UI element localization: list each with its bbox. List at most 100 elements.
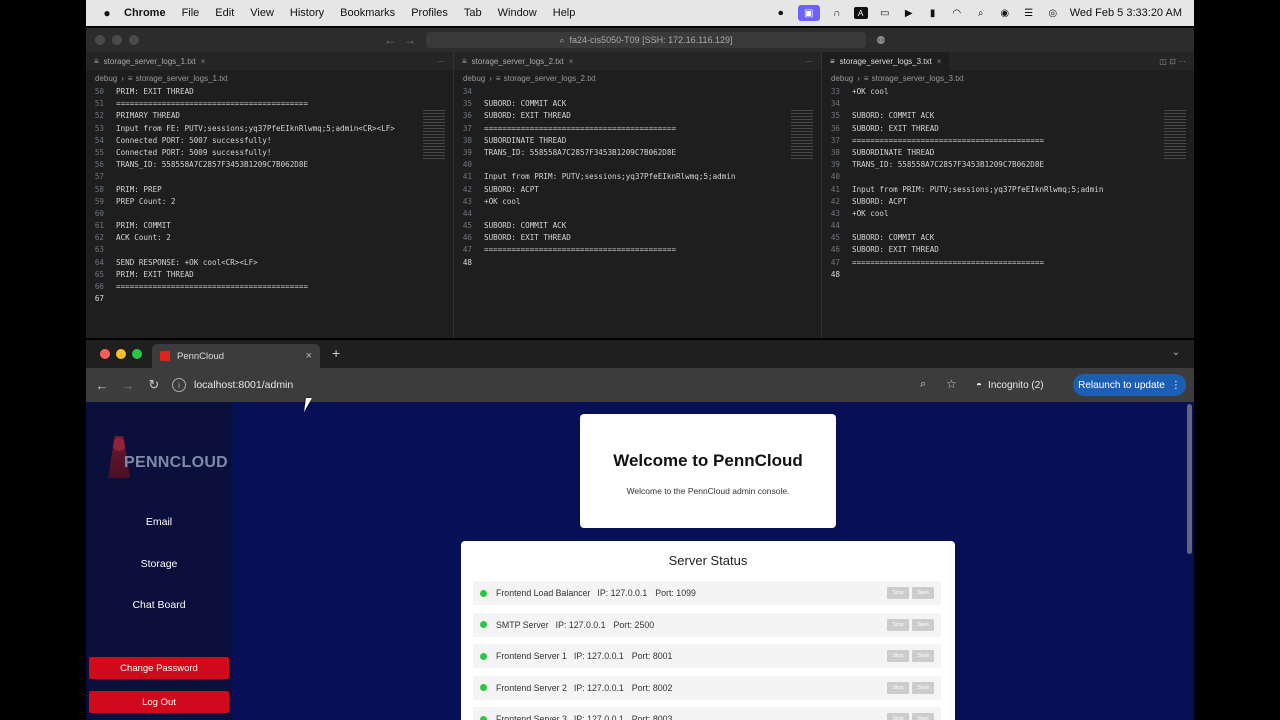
relaunch-button[interactable]: Relaunch to update ⋮ — [1073, 374, 1186, 396]
menu-tab[interactable]: Tab — [464, 7, 482, 19]
code-line[interactable]: 64 SEND RESPONSE: +OK cool<CR><LF> — [86, 257, 453, 269]
wifi-icon[interactable]: ◠ — [950, 7, 964, 19]
code-line[interactable]: 60 — [86, 208, 453, 220]
address-bar[interactable]: i localhost:8001/admin — [172, 373, 902, 397]
menu-app-name[interactable]: Chrome — [124, 7, 166, 19]
nav-chat-board[interactable]: Chat Board — [86, 599, 232, 611]
code-line[interactable]: 45 SUBORD: COMMIT ACK — [822, 232, 1194, 244]
code-line[interactable]: 56 TRANS_ID: 558558A7C2857F3453B1209C7B06… — [86, 159, 453, 171]
close-tab-icon[interactable]: × — [306, 350, 312, 362]
car-icon[interactable]: ▭ — [878, 7, 892, 19]
zoom-window-button[interactable] — [132, 349, 142, 359]
breadcrumb-file[interactable]: storage_server_logs_2.txt — [504, 74, 596, 83]
menu-edit[interactable]: Edit — [215, 7, 234, 19]
code-line[interactable]: 43 +OK cool — [454, 196, 821, 208]
code-line[interactable]: 53 Input from FE: PUTV;sessions;yq37PfeEI… — [86, 123, 453, 135]
bookmark-star-icon[interactable]: ☆ — [946, 377, 957, 391]
code-line[interactable]: 51 ======================================… — [86, 98, 453, 110]
code-line[interactable]: 36 SUBORD: EXIT THREAD — [822, 123, 1194, 135]
menubar-clock[interactable]: Wed Feb 5 3:33:20 AM — [1070, 7, 1182, 19]
code-line[interactable]: 65 PRIM: EXIT THREAD — [86, 269, 453, 281]
code-line[interactable]: 47 ======================================… — [454, 244, 821, 256]
control-center-icon[interactable]: ☰ — [1022, 7, 1036, 19]
code-area[interactable]: 33 +OK cool 34 35 SUBORD: COMMIT ACK 36 SUBORD… — [822, 86, 1194, 281]
code-line[interactable]: 39 TRANS_ID: 558558A7C2857F3453B1209C7B06… — [454, 147, 821, 159]
start-button[interactable]: Start — [912, 618, 934, 631]
code-line[interactable]: 45 SUBORD: COMMIT ACK — [454, 220, 821, 232]
close-window-button[interactable] — [100, 349, 110, 359]
zoom-icon[interactable]: ⌕ — [920, 378, 926, 391]
penncloud-logo[interactable]: PENNCLOUD — [104, 432, 228, 482]
menu-profiles[interactable]: Profiles — [411, 7, 448, 19]
code-line[interactable]: 42 SUBORD: ACPT — [454, 184, 821, 196]
code-line[interactable]: 58 PRIM: PREP — [86, 184, 453, 196]
code-line[interactable]: 47 ======================================… — [822, 257, 1194, 269]
play-icon[interactable]: ▶ — [902, 7, 916, 19]
code-line[interactable]: 63 — [86, 244, 453, 256]
code-line[interactable]: 39 TRANS_ID: 558558A7C2857F3453B1209C7B06… — [822, 159, 1194, 171]
code-line[interactable]: 44 — [454, 208, 821, 220]
breadcrumb-folder[interactable]: debug — [831, 74, 853, 83]
minimap[interactable] — [423, 110, 445, 160]
code-line[interactable]: 52 PRIMARY THREAD — [86, 110, 453, 122]
code-line[interactable]: 35 SUBORD: COMMIT ACK — [454, 98, 821, 110]
close-window-button[interactable] — [95, 35, 105, 45]
code-line[interactable]: 46 SUBORD: EXIT THREAD — [454, 232, 821, 244]
editor-actions-icons[interactable]: ◫ ⊡ ··· — [1159, 57, 1186, 66]
code-line[interactable]: 54 Connected PORT: 5007 successfully! — [86, 135, 453, 147]
url-text[interactable]: localhost:8001/admin — [194, 379, 293, 391]
headphones-icon[interactable]: ∩ — [830, 7, 844, 19]
logout-button[interactable]: Log Out — [89, 691, 229, 713]
editor-tab[interactable]: ≡ storage_server_logs_1.txt × — [86, 52, 213, 70]
start-button[interactable]: Start — [912, 587, 934, 599]
chevron-down-icon[interactable]: ⌄ — [1168, 347, 1184, 361]
code-line[interactable]: 44 — [822, 220, 1194, 232]
minimap[interactable] — [1164, 110, 1186, 160]
reload-button[interactable]: ↻ — [141, 377, 167, 393]
menu-bookmarks[interactable]: Bookmarks — [340, 7, 395, 19]
code-line[interactable]: 43 +OK cool — [822, 208, 1194, 220]
code-line[interactable]: 41 Input from PRIM: PUTV;sessions;yq37Pfe… — [822, 184, 1194, 196]
page-scrollbar[interactable] — [1187, 404, 1192, 554]
stop-button[interactable]: Stop — [887, 618, 909, 631]
user-icon[interactable]: ◉ — [998, 7, 1012, 19]
code-line[interactable]: 50 PRIM: EXIT THREAD — [86, 86, 453, 98]
code-line[interactable]: 40 — [822, 171, 1194, 183]
breadcrumb-folder[interactable]: debug — [463, 74, 485, 83]
record-icon[interactable]: ⏺ — [774, 7, 788, 19]
editor-tab-active[interactable]: ≡ storage_server_logs_3.txt × — [822, 52, 950, 70]
code-line[interactable]: 66 ======================================… — [86, 281, 453, 293]
code-area[interactable]: 34 35 SUBORD: COMMIT ACK 36 SUBORD: EXIT THR… — [454, 86, 821, 269]
close-tab-icon[interactable]: × — [569, 57, 574, 66]
menu-history[interactable]: History — [290, 7, 324, 19]
code-line[interactable]: 55 Connected PORT: 5009 successfully! — [86, 147, 453, 159]
start-button[interactable]: Start — [912, 681, 934, 694]
back-forward-icon[interactable]: ←→ — [384, 33, 424, 47]
code-line[interactable]: 62 ACK Count: 2 — [86, 232, 453, 244]
battery-icon[interactable]: ▮ — [926, 7, 940, 19]
command-center-search[interactable]: ⌕ fa24-cis5050-T09 [SSH: 172.16.116.129] — [426, 32, 866, 48]
code-line[interactable]: 36 SUBORD: EXIT THREAD — [454, 110, 821, 122]
site-info-icon[interactable]: i — [172, 378, 186, 392]
menu-view[interactable]: View — [250, 7, 274, 19]
code-line[interactable]: 40 — [454, 159, 821, 171]
code-line[interactable]: 38 SUBORDINATE THREAD — [822, 147, 1194, 159]
code-line[interactable]: 67 — [86, 293, 453, 305]
stop-button[interactable]: Stop — [887, 650, 909, 662]
code-line[interactable]: 34 — [822, 98, 1194, 110]
screen-share-icon[interactable]: ▣ — [797, 5, 820, 21]
minimize-window-button[interactable] — [112, 35, 122, 45]
code-line[interactable]: 38 SUBORDINATE THREAD — [454, 135, 821, 147]
stop-button[interactable]: Stop — [887, 681, 909, 694]
menu-help[interactable]: Help — [553, 7, 576, 19]
start-button[interactable]: Start — [912, 650, 934, 662]
breadcrumb-folder[interactable]: debug — [95, 74, 117, 83]
menu-file[interactable]: File — [182, 7, 200, 19]
code-line[interactable]: 41 Input from PRIM: PUTV;sessions;yq37Pfe… — [454, 171, 821, 183]
stop-button[interactable]: Stop — [887, 587, 909, 599]
code-line[interactable]: 48 — [454, 257, 821, 269]
code-line[interactable]: 48 — [822, 269, 1194, 281]
nav-storage[interactable]: Storage — [86, 558, 232, 570]
nav-email[interactable]: Email — [86, 516, 232, 528]
close-tab-icon[interactable]: × — [937, 57, 942, 66]
